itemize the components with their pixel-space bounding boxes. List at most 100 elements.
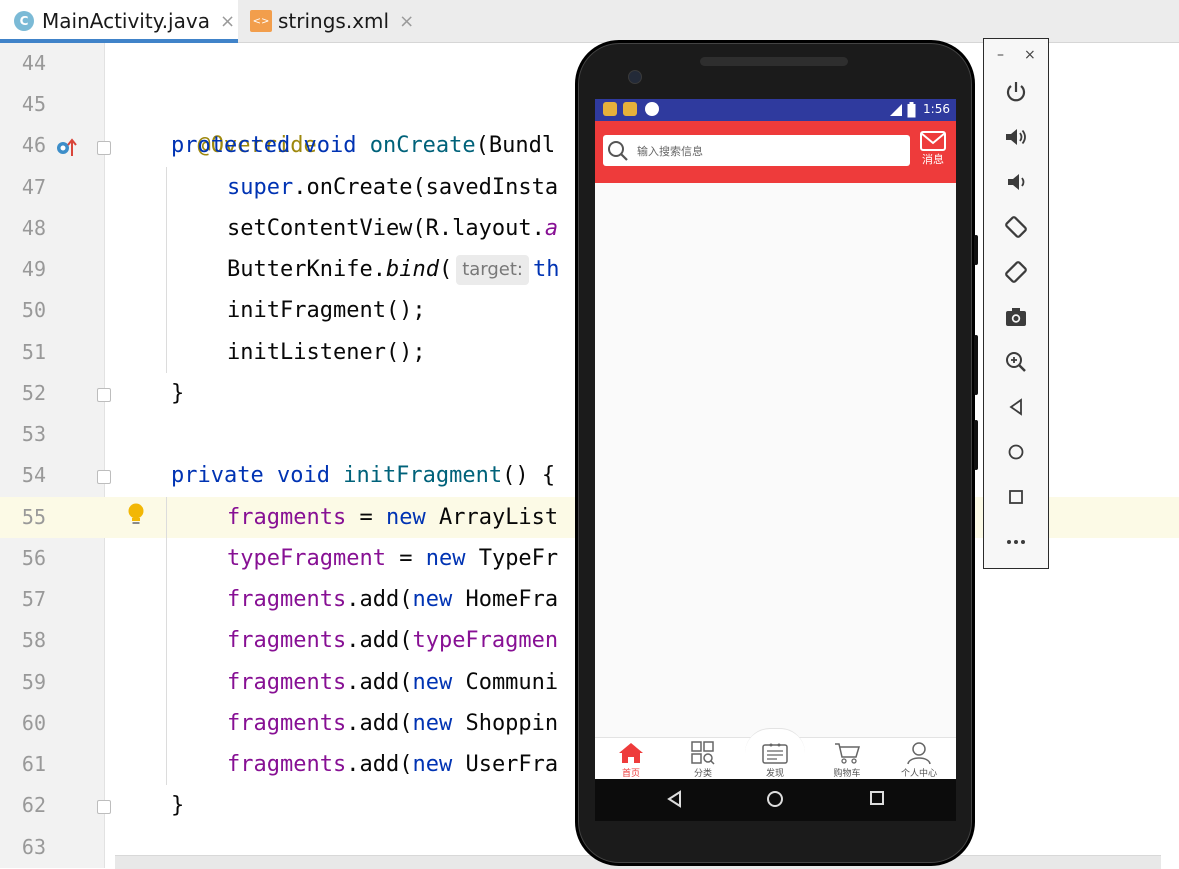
search-input[interactable]: 输入搜索信息 [603,135,910,166]
home-icon[interactable] [1003,439,1029,465]
line-number: 51 [21,340,46,364]
fold-marker[interactable] [97,470,111,484]
field-name: fragments [227,670,347,695]
xml-file-icon: <> [250,10,272,32]
nav-item-category[interactable]: 分类 [667,738,739,780]
code-text: } [171,793,185,818]
code-line-50[interactable]: initFragment(); [227,290,426,331]
code-text: TypeFr [465,546,559,571]
lightbulb-icon[interactable] [126,502,146,528]
code-line-48[interactable]: setContentView(R.layout.a [227,208,558,249]
code-line-59[interactable]: fragments.add(new Communi [227,662,558,703]
line-number: 56 [21,546,46,570]
code-text: ArrayList [425,505,559,530]
minimize-button[interactable]: – [997,47,1004,63]
back-icon[interactable] [1003,394,1029,420]
device-side-button [974,335,978,395]
keyword: super [227,175,294,200]
code-text: HomeFra [452,587,559,612]
code-line-46[interactable]: protected void onCreate(Bundl [171,125,555,166]
tab-main-activity[interactable]: C MainActivity.java × [0,0,238,43]
code-line-57[interactable]: fragments.add(new HomeFra [227,579,558,620]
method-name: bind [385,257,439,282]
message-button[interactable]: 消息 [916,131,950,167]
line-number: 47 [21,175,46,199]
close-button[interactable]: × [1024,47,1036,63]
line-number: 53 [21,422,46,446]
nav-item-user[interactable]: 个人中心 [883,738,955,780]
app-header: 输入搜索信息 消息 [595,121,956,183]
home-icon [619,743,643,763]
emulator-toolbar: – × [983,38,1049,569]
line-number: 62 [21,793,46,817]
override-method-icon[interactable] [55,136,77,158]
keyword: private [171,463,264,488]
search-placeholder: 输入搜索信息 [637,144,703,158]
emulator-screen[interactable]: 1:56 输入搜索信息 消息 首页 分类 发现 购物车 个人中心 [595,99,956,821]
message-label: 消息 [922,153,944,166]
code-text: .add( [346,587,413,612]
keyword: new [412,752,453,777]
code-line-51[interactable]: initListener(); [227,332,426,373]
line-number: 59 [21,670,46,694]
code-line-61[interactable]: fragments.add(new UserFra [227,744,558,785]
code-text: .add( [346,711,413,736]
code-line-60[interactable]: fragments.add(new Shoppin [227,703,558,744]
overview-icon[interactable] [1003,484,1029,510]
nav-label: 首页 [621,769,640,779]
line-number: 44 [21,51,46,75]
code-text: = [346,505,386,530]
fold-marker[interactable] [97,800,111,814]
code-line-54[interactable]: private void initFragment() { [171,455,555,496]
tab-strings-xml[interactable]: <> strings.xml × [250,0,420,42]
nav-item-home[interactable]: 首页 [595,738,667,780]
screenshot-icon[interactable] [1003,304,1029,330]
line-number: 45 [21,92,46,116]
code-text: initListener(); [227,340,426,365]
notification-icon [603,102,617,116]
status-bar: 1:56 [595,99,956,121]
line-number: 50 [21,298,46,322]
nav-item-discover[interactable]: 发现 [739,738,811,780]
mail-icon [920,131,946,151]
keyword: th [532,257,560,282]
code-line-49[interactable]: ButterKnife.bind(target: th [227,249,559,290]
code-line-52[interactable]: } [171,373,184,414]
volume-down-icon[interactable] [1003,169,1029,195]
code-line-62[interactable]: } [171,785,184,826]
category-grid-icon [691,741,715,765]
fold-marker[interactable] [97,141,111,155]
code-text: Communi [452,670,559,695]
line-number: 55 [21,505,46,529]
nav-label: 发现 [765,769,784,779]
device-side-button [974,235,978,265]
user-icon [907,742,931,765]
overview-icon[interactable] [869,790,885,806]
volume-up-icon[interactable] [1003,124,1029,150]
code-line-55[interactable]: fragments = new ArrayList [227,497,558,538]
bottom-navigation: 首页 分类 发现 购物车 个人中心 [595,728,956,780]
home-icon[interactable] [766,790,784,808]
close-icon[interactable]: × [399,11,414,32]
code-text: ButterKnife. [227,257,386,282]
fold-marker[interactable] [97,388,111,402]
field-name: fragments [227,711,347,736]
code-text: () { [502,463,556,488]
nav-item-cart[interactable]: 购物车 [811,738,883,780]
close-icon[interactable]: × [220,11,235,32]
code-line-58[interactable]: fragments.add(typeFragmen [227,620,558,661]
rotate-left-icon[interactable] [1003,214,1029,240]
line-number: 63 [21,835,46,859]
back-icon[interactable] [666,790,682,808]
zoom-icon[interactable] [1003,349,1029,375]
code-line-56[interactable]: typeFragment = new TypeFr [227,538,558,579]
code-line-45[interactable]: @Override [171,84,317,158]
power-icon[interactable] [1003,79,1029,105]
keyword: void [303,133,357,158]
code-line-47[interactable]: super.onCreate(savedInsta [227,167,558,208]
more-icon[interactable] [1003,529,1029,555]
method-name: initFragment [343,463,503,488]
cart-icon [835,743,861,764]
code-text: initFragment(); [227,298,426,323]
rotate-right-icon[interactable] [1003,259,1029,285]
